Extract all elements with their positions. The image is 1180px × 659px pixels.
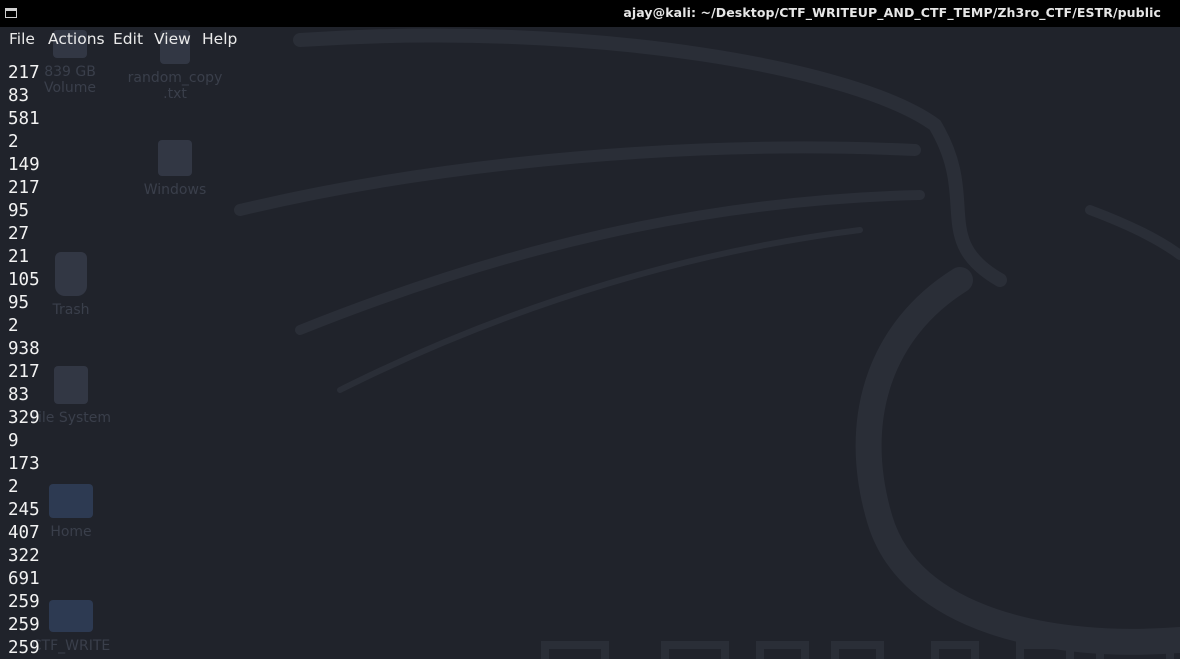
terminal-line: 95 (8, 293, 30, 313)
terminal-line: 259 (8, 592, 40, 612)
terminal-line: 2 (8, 477, 19, 497)
terminal-line: 9 (8, 431, 19, 451)
terminal-line: 938 (8, 339, 40, 359)
terminal-line: 259 (8, 615, 40, 635)
terminal-line: 581 (8, 109, 40, 129)
terminal-line: 95 (8, 201, 30, 221)
menu-view[interactable]: View (154, 30, 191, 48)
terminal-line: 105 (8, 270, 40, 290)
terminal-line: 83 (8, 385, 30, 405)
terminal-line: 329 (8, 408, 40, 428)
terminal-line: 217 (8, 63, 40, 83)
terminal-line: 83 (8, 86, 30, 106)
terminal-line: 407 (8, 523, 40, 543)
menu-help[interactable]: Help (202, 30, 237, 48)
menu-edit[interactable]: Edit (113, 30, 143, 48)
terminal-line: 2 (8, 132, 19, 152)
menu-actions[interactable]: Actions (48, 30, 105, 48)
terminal-line: 21 (8, 247, 30, 267)
terminal-line: 149 (8, 155, 40, 175)
title-bar[interactable]: ajay@kali: ~/Desktop/CTF_WRITEUP_AND_CTF… (0, 0, 1180, 27)
terminal-line: 217 (8, 362, 40, 382)
terminal-output[interactable]: 217 83 581 2 149 217 95 27 21 105 95 2 9… (8, 62, 1168, 659)
terminal-line: 217 (8, 178, 40, 198)
menu-bar: File Actions Edit View Help (0, 27, 1180, 53)
terminal-window-icon[interactable] (5, 8, 17, 18)
terminal-line: 27 (8, 224, 30, 244)
terminal-line: 245 (8, 500, 40, 520)
menu-file[interactable]: File (9, 30, 35, 48)
terminal-line: 322 (8, 546, 40, 566)
terminal-line: 2 (8, 316, 19, 336)
terminal-line: 173 (8, 454, 40, 474)
terminal-line: 691 (8, 569, 40, 589)
window-title: ajay@kali: ~/Desktop/CTF_WRITEUP_AND_CTF… (623, 5, 1161, 20)
terminal-line: 259 (8, 638, 40, 658)
